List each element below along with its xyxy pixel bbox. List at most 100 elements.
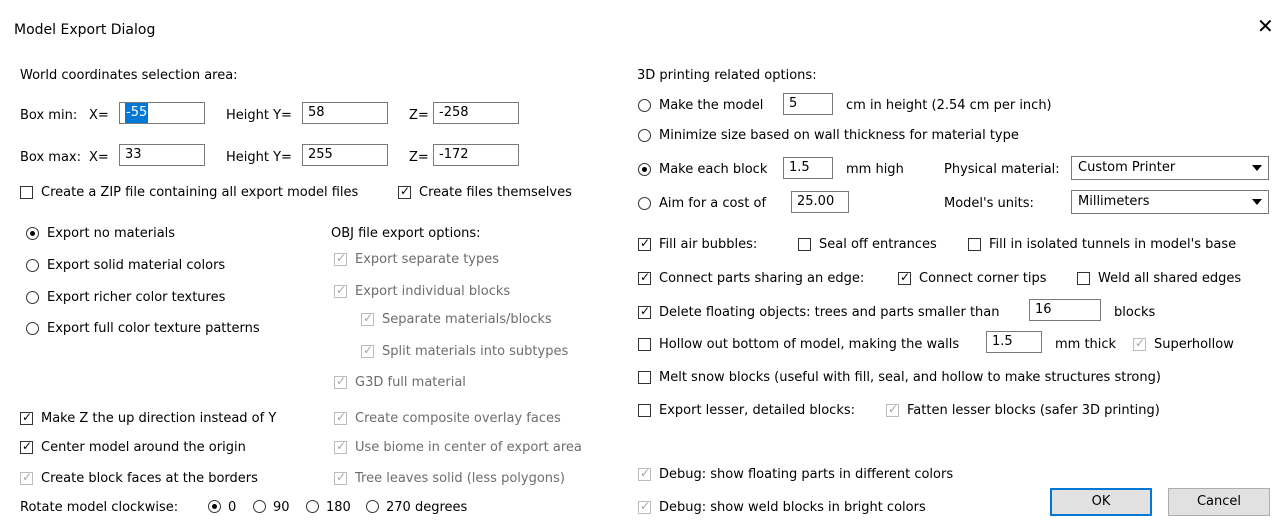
model-units-value: Millimeters xyxy=(1078,194,1150,209)
box-max-y-field[interactable]: 255 xyxy=(302,144,388,166)
checkmark-icon: ✓ xyxy=(336,470,347,484)
split-materials-checkbox[interactable]: ✓ xyxy=(361,343,374,358)
box-min-x-label: X= xyxy=(89,108,109,123)
radio-export-solid-colors[interactable] xyxy=(26,259,39,272)
radio-aim-cost[interactable] xyxy=(638,197,651,210)
export-no-materials-label: Export no materials xyxy=(47,226,176,241)
box-min-x-field[interactable]: -55 xyxy=(119,102,205,124)
radio-rotate-180[interactable] xyxy=(306,500,319,513)
export-individual-blocks-checkbox[interactable]: ✓ xyxy=(334,283,347,298)
checkmark-icon: ✓ xyxy=(363,343,374,357)
fatten-lesser-checkbox[interactable]: ✓ xyxy=(886,402,899,417)
box-min-label: Box min: xyxy=(20,108,78,123)
radio-dot xyxy=(30,231,35,236)
export-lesser-label: Export lesser, detailed blocks: xyxy=(659,403,856,418)
checkmark-icon: ✓ xyxy=(640,236,651,250)
block-size-field[interactable]: 1.5 xyxy=(783,157,833,179)
export-solid-colors-label: Export solid material colors xyxy=(47,258,226,273)
split-materials-label: Split materials into subtypes xyxy=(382,344,569,359)
checkmark-icon: ✓ xyxy=(336,251,347,265)
delete-floating-label: Delete floating objects: trees and parts… xyxy=(659,305,1000,320)
export-separate-types-label: Export separate types xyxy=(355,252,500,267)
zip-checkbox[interactable] xyxy=(20,186,33,199)
checkmark-icon: ✓ xyxy=(336,439,347,453)
checkmark-icon: ✓ xyxy=(22,439,33,453)
make-model-suffix: cm in height (2.54 cm per inch) xyxy=(846,98,1052,113)
create-files-checkbox[interactable]: ✓ xyxy=(398,184,411,199)
weld-edges-label: Weld all shared edges xyxy=(1098,271,1242,286)
box-min-y-label: Height Y= xyxy=(226,108,292,123)
tree-leaves-checkbox[interactable]: ✓ xyxy=(334,470,347,485)
delete-size-field[interactable]: 16 xyxy=(1029,299,1101,321)
center-model-label: Center model around the origin xyxy=(41,440,246,455)
fill-tunnels-checkbox[interactable] xyxy=(968,238,981,251)
ok-button[interactable]: OK xyxy=(1050,488,1152,516)
wall-thickness-field[interactable]: 1.5 xyxy=(986,331,1042,353)
biome-label: Use biome in center of export area xyxy=(355,440,582,455)
fill-tunnels-label: Fill in isolated tunnels in model's base xyxy=(989,237,1237,252)
create-files-label: Create files themselves xyxy=(419,185,572,200)
z-up-checkbox[interactable]: ✓ xyxy=(20,410,33,425)
radio-export-richer-textures[interactable] xyxy=(26,291,39,304)
model-units-dropdown[interactable]: Millimeters xyxy=(1071,190,1269,214)
composite-overlay-label: Create composite overlay faces xyxy=(355,411,561,426)
hollow-out-checkbox[interactable] xyxy=(638,338,651,351)
export-individual-blocks-label: Export individual blocks xyxy=(355,284,511,299)
biome-checkbox[interactable]: ✓ xyxy=(334,439,347,454)
radio-rotate-270[interactable] xyxy=(366,500,379,513)
export-richer-textures-label: Export richer color textures xyxy=(47,290,226,305)
export-separate-types-checkbox[interactable]: ✓ xyxy=(334,251,347,266)
seal-off-checkbox[interactable] xyxy=(798,238,811,251)
radio-make-each-block[interactable] xyxy=(638,163,651,176)
radio-rotate-90[interactable] xyxy=(253,500,266,513)
checkmark-icon: ✓ xyxy=(336,283,347,297)
minimize-label: Minimize size based on wall thickness fo… xyxy=(659,128,1019,143)
aim-cost-label: Aim for a cost of xyxy=(659,196,767,211)
radio-export-no-materials[interactable] xyxy=(26,227,39,240)
box-min-z-label: Z= xyxy=(409,108,429,123)
composite-overlay-checkbox[interactable]: ✓ xyxy=(334,410,347,425)
weld-edges-checkbox[interactable] xyxy=(1077,272,1090,285)
center-model-checkbox[interactable]: ✓ xyxy=(20,439,33,454)
box-max-z-field[interactable]: -172 xyxy=(433,144,519,166)
connect-corner-checkbox[interactable]: ✓ xyxy=(898,270,911,285)
box-max-y-label: Height Y= xyxy=(226,150,292,165)
cost-field[interactable]: 25.00 xyxy=(791,191,849,213)
melt-snow-label: Melt snow blocks (useful with fill, seal… xyxy=(659,370,1161,385)
checkmark-icon: ✓ xyxy=(363,311,374,325)
block-faces-borders-checkbox[interactable]: ✓ xyxy=(20,470,33,485)
model-height-field[interactable]: 5 xyxy=(783,93,833,115)
separate-materials-checkbox[interactable]: ✓ xyxy=(361,311,374,326)
debug-weld-checkbox[interactable]: ✓ xyxy=(638,499,651,514)
checkmark-icon: ✓ xyxy=(640,499,651,513)
physical-material-dropdown[interactable]: Custom Printer xyxy=(1071,156,1269,180)
radio-minimize-size[interactable] xyxy=(638,129,651,142)
fill-air-checkbox[interactable]: ✓ xyxy=(638,236,651,251)
radio-make-model-height[interactable] xyxy=(638,99,651,112)
box-max-x-label: X= xyxy=(89,150,109,165)
close-icon[interactable]: ✕ xyxy=(1257,16,1274,36)
radio-dot xyxy=(212,504,217,509)
debug-weld-label: Debug: show weld blocks in bright colors xyxy=(659,500,926,515)
cancel-button[interactable]: Cancel xyxy=(1168,488,1270,516)
seal-off-label: Seal off entrances xyxy=(819,237,937,252)
superhollow-checkbox[interactable]: ✓ xyxy=(1133,336,1146,351)
delete-floating-checkbox[interactable]: ✓ xyxy=(638,304,651,319)
radio-dot xyxy=(642,167,647,172)
melt-snow-checkbox[interactable] xyxy=(638,371,651,384)
fill-air-label: Fill air bubbles: xyxy=(659,237,758,252)
box-min-z-field[interactable]: -258 xyxy=(433,102,519,124)
radio-export-full-patterns[interactable] xyxy=(26,322,39,335)
box-max-x-field[interactable]: 33 xyxy=(119,144,205,166)
g3d-checkbox[interactable]: ✓ xyxy=(334,374,347,389)
checkmark-icon: ✓ xyxy=(400,184,411,198)
chevron-down-icon xyxy=(1252,199,1262,205)
superhollow-label: Superhollow xyxy=(1154,337,1234,352)
export-lesser-checkbox[interactable] xyxy=(638,404,651,417)
connect-parts-checkbox[interactable]: ✓ xyxy=(638,270,651,285)
box-min-y-field[interactable]: 58 xyxy=(302,102,388,124)
rotate-0-label: 0 xyxy=(228,500,237,515)
radio-rotate-0[interactable] xyxy=(208,500,221,513)
debug-floating-checkbox[interactable]: ✓ xyxy=(638,466,651,481)
checkmark-icon: ✓ xyxy=(888,402,899,416)
